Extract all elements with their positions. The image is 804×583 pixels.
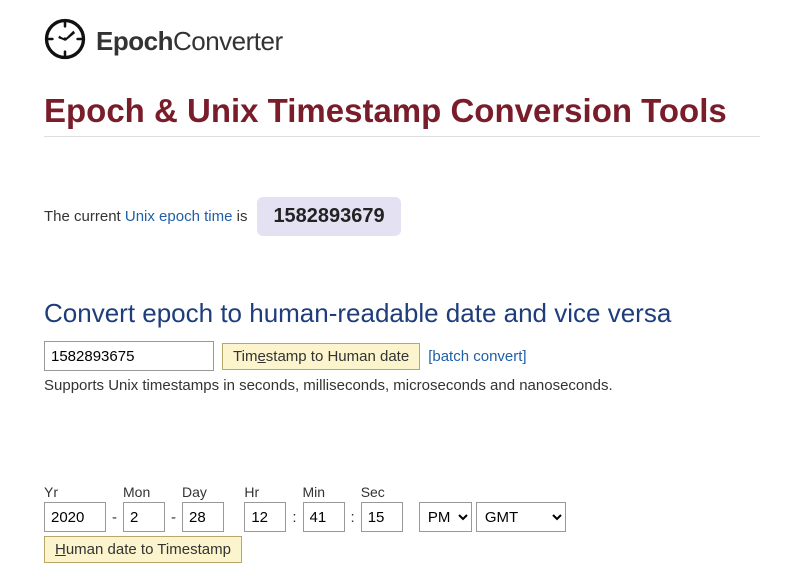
- timestamp-to-human-button[interactable]: Timestamp to Human date: [222, 343, 420, 370]
- year-input[interactable]: [44, 502, 106, 532]
- sep-dash: -: [110, 509, 119, 526]
- label-year: Yr: [44, 484, 58, 500]
- epoch-to-human-row: Timestamp to Human date [batch convert]: [44, 341, 760, 371]
- sep-dash: -: [169, 509, 178, 526]
- logo: EpochConverter: [44, 18, 760, 64]
- second-input[interactable]: [361, 502, 403, 532]
- page-title: Epoch & Unix Timestamp Conversion Tools: [44, 92, 760, 130]
- logo-bold: Epoch: [96, 26, 173, 56]
- current-epoch-value: 1582893679: [257, 197, 400, 236]
- unix-epoch-time-link[interactable]: Unix epoch time: [125, 208, 233, 225]
- label-minute: Min: [303, 484, 326, 500]
- current-epoch-line: The current Unix epoch time is 158289367…: [44, 197, 760, 236]
- timestamp-hint: Supports Unix timestamps in seconds, mil…: [44, 377, 760, 394]
- hour-input[interactable]: [244, 502, 286, 532]
- sep-colon: :: [349, 509, 357, 526]
- logo-light: Converter: [173, 26, 283, 56]
- divider: [44, 136, 760, 137]
- current-epoch-text: The current Unix epoch time is: [44, 208, 247, 225]
- human-to-timestamp-button[interactable]: Human date to Timestamp: [44, 536, 242, 563]
- month-input[interactable]: [123, 502, 165, 532]
- logo-text: EpochConverter: [96, 26, 283, 57]
- human-to-epoch-row: Yr - Mon - Day Hr : Min : Sec PM GMT Hum…: [44, 484, 760, 563]
- batch-convert-link[interactable]: [batch convert]: [428, 348, 526, 365]
- label-second: Sec: [361, 484, 385, 500]
- label-month: Mon: [123, 484, 150, 500]
- day-input[interactable]: [182, 502, 224, 532]
- timezone-select[interactable]: GMT: [476, 502, 566, 532]
- ampm-select[interactable]: PM: [419, 502, 472, 532]
- label-hour: Hr: [244, 484, 259, 500]
- sep-colon: :: [290, 509, 298, 526]
- section-title-convert: Convert epoch to human-readable date and…: [44, 298, 760, 329]
- minute-input[interactable]: [303, 502, 345, 532]
- label-day: Day: [182, 484, 207, 500]
- timestamp-input[interactable]: [44, 341, 214, 371]
- clock-icon: [44, 18, 86, 64]
